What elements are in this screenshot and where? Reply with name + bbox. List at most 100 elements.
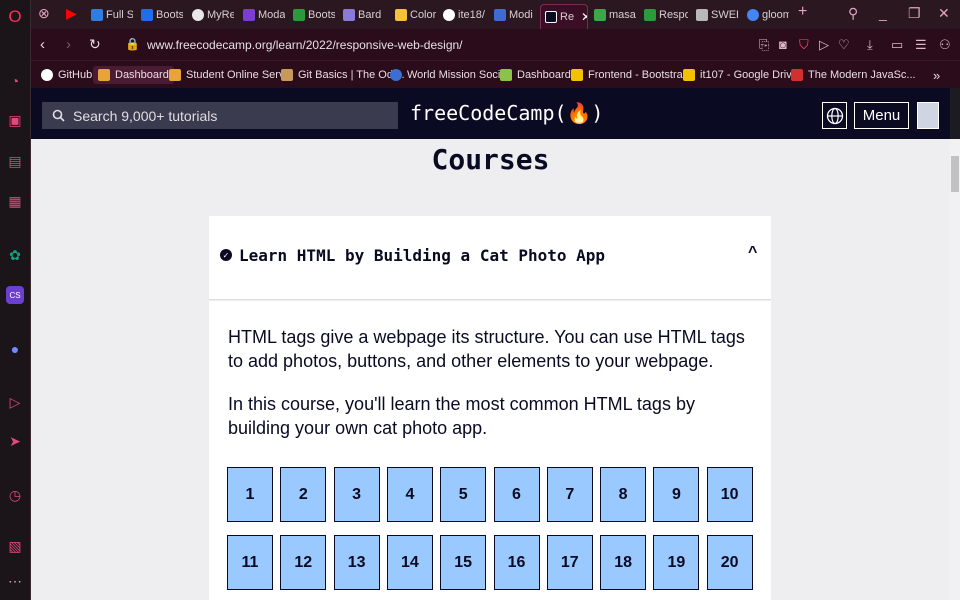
tab-favicon-icon — [192, 9, 204, 21]
tab[interactable]: Moda — [243, 4, 285, 26]
adblock-icon[interactable]: ⛉ — [799, 37, 809, 53]
step-button[interactable]: 17 — [546, 535, 593, 590]
tab[interactable]: gloom — [747, 4, 789, 26]
step-button[interactable]: 19 — [653, 535, 700, 590]
step-button[interactable]: 2 — [280, 467, 327, 522]
bag-icon[interactable]: ▣ — [6, 111, 24, 129]
bookmark-item[interactable]: Dashboard — [93, 66, 174, 84]
avatar[interactable] — [917, 102, 939, 129]
speed-dial-icon[interactable]: ◔ — [6, 72, 24, 90]
tab-active[interactable]: Re✕ — [540, 4, 588, 29]
step-button[interactable]: 7 — [546, 467, 593, 522]
bookmarks-bar: GitHub Dashboard Student Online Serv... … — [31, 61, 960, 88]
download-icon[interactable]: ⤓ — [867, 37, 873, 53]
snapshot-icon[interactable]: ▧ — [6, 537, 24, 555]
restore-icon[interactable]: ❐ — [908, 5, 921, 22]
twitch-icon[interactable]: ▤ — [6, 152, 24, 170]
player-icon[interactable]: ▷ — [819, 37, 829, 53]
more-icon[interactable]: ⋯ — [6, 572, 24, 590]
step-button[interactable]: 9 — [653, 467, 700, 522]
step-button[interactable]: 13 — [333, 535, 380, 590]
messenger-icon[interactable]: ● — [6, 340, 24, 358]
step-button[interactable]: 18 — [600, 535, 647, 590]
tab[interactable]: Respo — [644, 4, 688, 26]
fcc-navbar: Search 9,000+ tutorials freeCodeCamp(🔥) … — [31, 88, 950, 139]
tab[interactable]: masa — [594, 4, 636, 26]
bookmark-favicon-icon — [500, 69, 512, 81]
step-button[interactable]: 20 — [706, 535, 753, 590]
step-button[interactable]: 12 — [280, 535, 327, 590]
step-button[interactable]: 3 — [333, 467, 380, 522]
step-button[interactable]: 4 — [386, 467, 433, 522]
tab-favicon-icon — [395, 9, 407, 21]
youtube-icon[interactable]: ▶ — [66, 5, 77, 22]
tab[interactable]: Modi — [494, 4, 536, 26]
new-tab-icon[interactable]: + — [798, 3, 807, 21]
opera-logo-icon[interactable]: O — [6, 7, 24, 26]
tab[interactable]: ite18/ — [443, 4, 485, 26]
tab[interactable]: Boots — [141, 4, 183, 26]
scrollbar-thumb[interactable] — [951, 156, 959, 192]
tab[interactable]: Color — [395, 4, 437, 26]
check-circle-icon: ✓ — [220, 249, 232, 261]
tab[interactable]: SWER — [696, 4, 738, 26]
cs-icon[interactable]: CS — [6, 286, 24, 304]
easy-setup-icon[interactable]: ☰ — [915, 37, 927, 53]
step-button[interactable]: 16 — [493, 535, 540, 590]
tab[interactable]: Full St — [91, 4, 133, 26]
bookmark-item[interactable]: GitHub — [41, 66, 92, 84]
tab[interactable]: MyRe — [192, 4, 234, 26]
history-icon[interactable]: ◷ — [6, 486, 24, 504]
bookmark-item[interactable]: Frontend - Bootstra... — [571, 66, 692, 84]
bookmarks-overflow-button[interactable]: » — [933, 66, 940, 84]
step-button[interactable]: 11 — [227, 535, 273, 590]
tab[interactable]: Bard — [343, 4, 385, 26]
bookmark-favicon-icon — [281, 69, 293, 81]
heart-icon[interactable]: ♡ — [838, 37, 850, 53]
minimize-icon[interactable]: _ — [879, 5, 887, 21]
send-icon[interactable]: ⎘ — [759, 37, 769, 53]
language-button[interactable] — [822, 102, 847, 129]
step-button[interactable]: 5 — [440, 467, 487, 522]
back-icon[interactable]: ‹ — [40, 36, 45, 53]
globe-icon — [826, 107, 843, 124]
url-field[interactable]: www.freecodecamp.org/learn/2022/responsi… — [147, 38, 463, 52]
bookmark-item[interactable]: it107 - Google Drive — [683, 66, 798, 84]
bookmark-favicon-icon — [390, 69, 402, 81]
step-button[interactable]: 6 — [493, 467, 540, 522]
opera-sidebar: O ◔ ▣ ▤ ▦ ✿ CS ● ▷ ➤ ◷ ▧ ⋯ — [0, 0, 31, 600]
step-button[interactable]: 10 — [706, 467, 753, 522]
step-button[interactable]: 1 — [227, 467, 273, 522]
bookmark-item[interactable]: World Mission Soci... — [390, 66, 510, 84]
bookmark-item[interactable]: The Modern JavaSc... — [791, 66, 916, 84]
step-button[interactable]: 15 — [440, 535, 487, 590]
fcc-logo[interactable]: freeCodeCamp(🔥) — [410, 101, 603, 125]
bookmark-item[interactable]: Student Online Serv... — [169, 66, 293, 84]
player-icon[interactable]: ▷ — [6, 393, 24, 411]
bookmark-item[interactable]: Git Basics | The Odi... — [281, 66, 405, 84]
close-window-icon[interactable]: ✕ — [938, 5, 950, 22]
tab-favicon-icon — [696, 9, 708, 21]
tab-search-icon[interactable]: ⚲ — [848, 5, 858, 22]
forward-icon[interactable]: › — [66, 36, 71, 53]
page-scrollbar[interactable] — [950, 139, 960, 600]
bookmark-item[interactable]: Dashboard — [500, 66, 571, 84]
workspaces-icon[interactable]: ⊗ — [38, 5, 50, 22]
reload-icon[interactable]: ↻ — [89, 36, 101, 53]
course-accordion-header[interactable]: ✓ Learn HTML by Building a Cat Photo App… — [209, 216, 771, 300]
search-input[interactable]: Search 9,000+ tutorials — [42, 102, 398, 129]
battery-icon[interactable]: ▭ — [891, 37, 903, 53]
profile-icon[interactable]: ⚇ — [939, 37, 951, 53]
step-button[interactable]: 8 — [600, 467, 647, 522]
camera-icon[interactable]: ◙ — [779, 37, 787, 52]
flow-icon[interactable]: ➤ — [6, 432, 24, 450]
menu-button[interactable]: Menu — [854, 102, 909, 129]
course-description: HTML tags give a webpage its structure. … — [228, 327, 745, 371]
tab[interactable]: Boots — [293, 4, 335, 26]
close-tab-icon[interactable]: ✕ — [581, 10, 587, 24]
chatgpt-icon[interactable]: ✿ — [6, 246, 24, 264]
tab-favicon-icon — [343, 9, 355, 21]
extensions-icon[interactable]: ▦ — [6, 192, 24, 210]
step-button[interactable]: 14 — [386, 535, 433, 590]
tab-favicon-icon — [747, 9, 759, 21]
